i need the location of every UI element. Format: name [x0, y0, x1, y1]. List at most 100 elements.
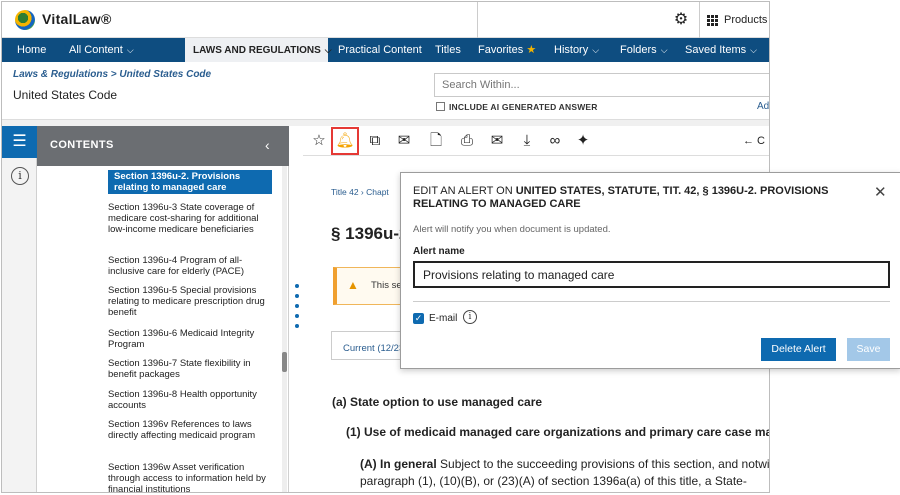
left-rail: ☰ i — [2, 126, 37, 492]
edit-alert-dialog: EDIT AN ALERT ON UNITED STATES, STATUTE,… — [400, 172, 900, 369]
toc-item[interactable]: Section 1396u-8 Health opportunity accou… — [108, 389, 272, 411]
paragraph-heading: (A) In general — [360, 457, 437, 471]
alert-name-label: Alert name — [413, 246, 465, 257]
nav-folders[interactable]: Folders ⌵ — [620, 38, 668, 62]
toc-item[interactable]: Section 1396v References to laws directl… — [108, 419, 272, 441]
nav-home[interactable]: Home — [17, 38, 46, 62]
nav-label: LAWS AND REGULATIONS — [193, 45, 321, 56]
alert-name-input[interactable] — [413, 261, 890, 288]
section-heading: (a) State option to use managed care — [332, 395, 543, 409]
gear-icon[interactable]: ⚙ — [672, 11, 690, 29]
email-edit-icon[interactable]: ✉ — [393, 130, 415, 152]
apps-grid-icon — [707, 14, 718, 26]
scrollbar-thumb[interactable] — [282, 352, 287, 372]
nav-practical-content[interactable]: Practical Content — [338, 38, 422, 62]
dialog-title-prefix: EDIT AN ALERT ON — [413, 185, 516, 197]
ai-answer-label: INCLUDE AI GENERATED ANSWER — [449, 102, 598, 112]
nav-label: Folders — [620, 44, 657, 56]
email-icon[interactable]: ✉ — [486, 130, 508, 152]
advanced-search-link[interactable]: Ad — [757, 101, 769, 112]
nav-label: Favorites — [478, 44, 524, 56]
splitter-handle[interactable] — [295, 324, 299, 328]
toc-item[interactable]: Section 1396w Asset verification through… — [108, 462, 272, 492]
nav-label: Titles — [435, 44, 461, 56]
search-within-input[interactable] — [442, 79, 742, 91]
chevron-down-icon: ⌵ — [324, 45, 332, 55]
nav-label: Practical Content — [338, 44, 422, 56]
nav-label: History — [554, 44, 589, 56]
copy-icon[interactable]: ⧉ — [364, 130, 386, 152]
document-heading: § 1396u-2 — [331, 224, 409, 243]
star-icon: ★ — [526, 44, 537, 56]
nav-label: Home — [17, 44, 47, 56]
print-icon[interactable]: ⎙ — [456, 130, 478, 152]
back-button[interactable]: ← C — [739, 130, 769, 152]
scrollbar-track[interactable] — [282, 166, 287, 492]
nav-titles[interactable]: Titles — [435, 38, 461, 62]
paragraph-text: Subject to the succeeding provisions of … — [436, 457, 770, 471]
products-label: Products — [724, 14, 768, 26]
star-icon[interactable]: ☆ — [308, 130, 330, 152]
ai-answer-checkbox[interactable] — [436, 102, 445, 111]
toc-item[interactable]: Section 1396u-6 Medicaid Integrity Progr… — [108, 328, 272, 350]
email-label: E-mail — [429, 313, 458, 324]
header-divider — [2, 119, 769, 126]
nav-label: Saved Items — [685, 44, 747, 56]
dialog-divider — [413, 301, 890, 302]
bell-icon[interactable]: 🔔︎ — [331, 127, 359, 155]
search-within-box — [434, 73, 769, 97]
products-button[interactable]: Products — [707, 10, 767, 30]
contents-header: CONTENTS ‹ — [37, 126, 289, 166]
link-icon[interactable]: ∞ — [544, 130, 566, 152]
chevron-down-icon: ⌵ — [592, 45, 600, 55]
toc-item[interactable]: Section 1396u-3 State coverage of medica… — [108, 202, 272, 235]
delete-alert-button[interactable]: Delete Alert — [761, 338, 836, 361]
email-checkbox[interactable]: ✓ — [413, 313, 424, 324]
contents-panel: CONTENTS ‹ Section 1396u-2. Provisions r… — [37, 126, 289, 492]
new-document-icon[interactable]: 🗋︎ — [425, 130, 447, 152]
ai-sparkle-icon[interactable]: ✦ — [572, 130, 594, 152]
breadcrumb[interactable]: Laws & Regulations > United States Code — [13, 69, 211, 80]
splitter-handle[interactable] — [295, 314, 299, 318]
info-icon[interactable]: i — [11, 167, 29, 185]
dialog-title: EDIT AN ALERT ON UNITED STATES, STATUTE,… — [413, 185, 843, 211]
toc-item[interactable]: Section 1396u-4 Program of all-inclusive… — [108, 255, 272, 277]
chevron-down-icon: ⌵ — [126, 45, 134, 55]
warning-icon: ▲ — [347, 278, 359, 292]
paragraph: (A) In general Subject to the succeeding… — [360, 456, 770, 490]
app-window: VitalLaw® ⚙ Products Home All Content ⌵ L… — [0, 0, 900, 495]
close-icon[interactable]: ✕ — [874, 183, 887, 201]
page-title: United States Code — [13, 88, 118, 102]
list-icon[interactable]: ☰ — [2, 126, 37, 158]
paragraph-text: paragraph (1), (10)(B), or (23)(A) of se… — [360, 474, 747, 488]
nav-history[interactable]: History ⌵ — [554, 38, 599, 62]
toc-item[interactable]: Section 1396u-7 State flexibility in ben… — [108, 358, 272, 380]
nav-all-content[interactable]: All Content ⌵ — [69, 38, 134, 62]
chevron-down-icon: ⌵ — [660, 45, 668, 55]
nav-favorites[interactable]: Favorites ★ — [478, 38, 536, 62]
brand-name[interactable]: VitalLaw® — [42, 11, 112, 27]
nav-laws-and-regulations[interactable]: LAWS AND REGULATIONS ⌵ — [185, 38, 332, 62]
main-nav: Home All Content ⌵ LAWS AND REGULATIONS ⌵ … — [2, 38, 769, 62]
toc-item[interactable]: Section 1396u-5 Special provisions relat… — [108, 285, 272, 318]
document-toolbar: ☆ 🔔︎ ⧉ ✉ 🗋︎ ⎙ ✉ ⤓ ∞ ✦ ← C — [303, 126, 769, 156]
tab-current-version[interactable]: Current (12/23 — [331, 331, 411, 359]
vitallaw-logo-icon[interactable] — [15, 10, 35, 30]
contents-title: CONTENTS — [50, 139, 114, 151]
top-bar: VitalLaw® ⚙ Products — [2, 2, 769, 38]
chevron-down-icon: ⌵ — [750, 45, 757, 55]
dialog-note: Alert will notify you when document is u… — [413, 224, 611, 235]
chevron-left-icon[interactable]: ‹ — [265, 137, 270, 153]
download-icon[interactable]: ⤓ — [516, 130, 538, 152]
save-button[interactable]: Save — [847, 338, 890, 361]
divider — [699, 2, 700, 38]
splitter-handle[interactable] — [295, 294, 299, 298]
nav-saved-items[interactable]: Saved Items ⌵ — [685, 38, 757, 62]
splitter-handle[interactable] — [295, 284, 299, 288]
info-icon[interactable]: i — [463, 310, 477, 324]
toc-item[interactable]: Section 1396u-2. Provisions relating to … — [108, 170, 272, 194]
splitter-handle[interactable] — [295, 304, 299, 308]
subsection-heading: (1) Use of medicaid managed care organiz… — [346, 425, 770, 439]
nav-label: All Content — [69, 44, 123, 56]
document-breadcrumb[interactable]: Title 42 › Chapt — [331, 187, 389, 197]
